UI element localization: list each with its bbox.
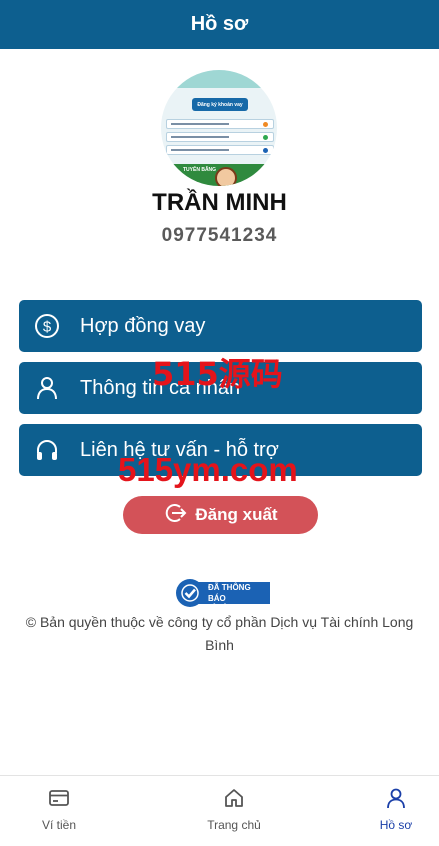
nav-label: Ví tiền — [41, 818, 77, 832]
avatar-image-face — [215, 167, 237, 186]
avatar-image-row — [166, 132, 274, 142]
avatar-image-row — [166, 119, 274, 129]
app-header: Hồ sơ — [0, 0, 439, 49]
badge-line1: ĐÃ THÔNG BÁO — [208, 583, 251, 603]
home-icon — [223, 787, 245, 814]
avatar-image-row — [166, 145, 274, 155]
check-icon — [176, 579, 204, 607]
nav-label: Trang chủ — [207, 818, 261, 832]
nav-label: Hồ sơ — [379, 818, 413, 832]
nav-item-wallet[interactable]: Ví tiền — [9, 787, 109, 832]
user-icon — [34, 375, 60, 401]
menu-item-loan-contract[interactable]: $ Hợp đồng vay — [19, 300, 422, 352]
watermark-text: 515ym.com — [118, 451, 298, 488]
page-title: Hồ sơ — [190, 13, 249, 35]
ministry-registration-badge[interactable]: ĐÃ THÔNG BÁO BỘ CÔNG THƯƠNG — [176, 579, 270, 611]
wallet-icon — [48, 787, 70, 814]
menu-item-label: Hợp đồng vay — [80, 314, 206, 337]
svg-text:$: $ — [43, 319, 52, 336]
copyright-text: © Bản quyền thuộc về công ty cổ phần Dịc… — [25, 614, 414, 653]
avatar-image-button-text: Đăng ký khoản vay — [192, 98, 248, 111]
user-icon — [385, 787, 407, 814]
nav-item-profile[interactable]: Hồ sơ — [346, 787, 439, 832]
bottom-nav: Ví tiền Trang chủ Hồ sơ — [0, 775, 439, 846]
logout-label: Đăng xuất — [195, 505, 278, 524]
dollar-circle-icon: $ — [34, 313, 60, 339]
watermark-text: 515源码 — [152, 355, 283, 393]
avatar-image-top — [161, 70, 277, 88]
avatar[interactable]: Đăng ký khoản vay TUYÊN BĂNG — [161, 70, 277, 186]
headphones-icon — [34, 437, 60, 463]
user-name: TRẦN MINH — [152, 189, 287, 216]
nav-item-home[interactable]: Trang chủ — [184, 787, 284, 832]
user-phone: 0977541234 — [161, 225, 278, 246]
logout-button[interactable]: Đăng xuất — [123, 496, 318, 534]
logout-icon — [163, 501, 187, 530]
